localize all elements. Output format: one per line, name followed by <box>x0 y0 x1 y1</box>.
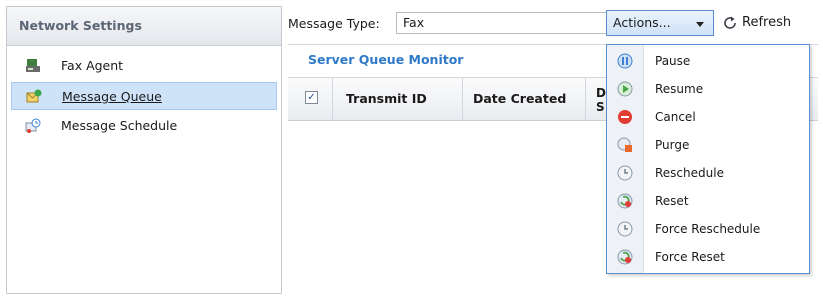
menu-item-force-reset[interactable]: Force Reset <box>607 243 809 271</box>
sidebar-item-label: Message Queue <box>62 89 162 104</box>
force-reschedule-icon <box>617 221 633 237</box>
section-title: Server Queue Monitor <box>308 52 464 67</box>
message-type-value: Fax <box>403 15 425 30</box>
resume-icon <box>617 81 633 97</box>
sidebar-item-message-schedule[interactable]: Message Schedule <box>11 112 277 140</box>
column-header-partial[interactable]: D S <box>596 86 606 118</box>
menu-item-cancel[interactable]: Cancel <box>607 103 809 131</box>
menu-item-purge[interactable]: Purge <box>607 131 809 159</box>
column-divider <box>462 78 463 120</box>
column-divider <box>332 78 333 120</box>
sidebar-item-label: Message Schedule <box>61 118 178 133</box>
message-queue-icon <box>26 89 42 103</box>
refresh-icon <box>724 16 736 29</box>
reschedule-icon <box>617 165 633 181</box>
menu-item-label: Force Reset <box>655 250 725 264</box>
cancel-icon <box>618 110 632 124</box>
menu-item-reset[interactable]: Reset <box>607 187 809 215</box>
message-type-label: Message Type: <box>288 16 380 31</box>
refresh-label: Refresh <box>742 15 792 30</box>
network-settings-panel: Network Settings Fax Agent Message Queue <box>6 6 282 294</box>
column-divider <box>585 78 586 120</box>
menu-item-reschedule[interactable]: Reschedule <box>607 159 809 187</box>
fax-agent-icon <box>26 59 40 72</box>
sidebar-item-fax-agent[interactable]: Fax Agent <box>11 52 277 80</box>
menu-item-label: Cancel <box>655 110 696 124</box>
refresh-button[interactable]: Refresh <box>722 10 791 36</box>
menu-item-label: Resume <box>655 82 704 96</box>
purge-icon <box>617 137 632 152</box>
menu-item-force-reschedule[interactable]: Force Reschedule <box>607 215 809 243</box>
nav-list: Fax Agent Message Queue Message Schedule <box>7 46 281 140</box>
chevron-down-icon <box>696 22 704 27</box>
panel-title: Network Settings <box>7 7 281 46</box>
menu-item-label: Reset <box>655 194 689 208</box>
column-header-date-created[interactable]: Date Created <box>473 91 566 106</box>
sidebar-item-message-queue[interactable]: Message Queue <box>11 82 277 110</box>
menu-item-label: Pause <box>655 54 691 68</box>
menu-item-label: Reschedule <box>655 166 724 180</box>
toolbar: Message Type: Fax Actions... Refresh <box>288 8 818 40</box>
menu-item-resume[interactable]: Resume <box>607 75 809 103</box>
column-header-transmit-id[interactable]: Transmit ID <box>346 91 427 106</box>
select-all-checkbox[interactable]: ✓ <box>305 91 318 104</box>
menu-item-label: Purge <box>655 138 690 152</box>
actions-button-label: Actions... <box>613 15 671 30</box>
sidebar-item-label: Fax Agent <box>61 58 124 73</box>
actions-menu: Pause Resume Cancel Purge Reschedule Res… <box>606 44 810 274</box>
force-reset-icon <box>617 249 633 265</box>
menu-item-pause[interactable]: Pause <box>607 47 809 75</box>
pause-icon <box>617 53 633 69</box>
message-schedule-icon <box>25 118 41 133</box>
menu-item-label: Force Reschedule <box>655 222 761 236</box>
actions-button[interactable]: Actions... <box>606 10 714 36</box>
reset-icon <box>617 193 633 209</box>
